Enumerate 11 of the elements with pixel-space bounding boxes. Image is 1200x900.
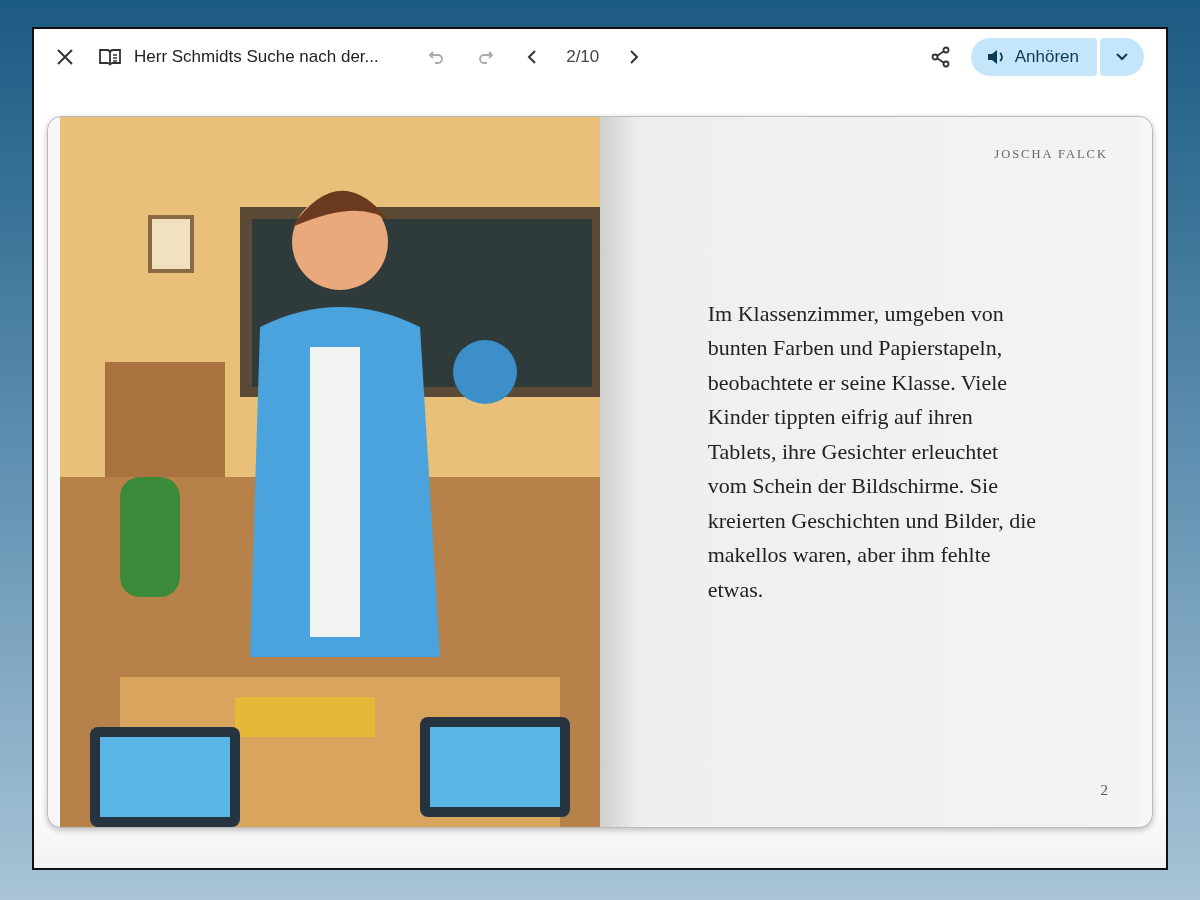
author-name: JOSCHA FALCK — [994, 147, 1108, 162]
listen-button[interactable]: Anhören — [970, 38, 1097, 76]
book-title: Herr Schmidts Suche nach der... — [134, 47, 379, 67]
speaker-icon — [986, 49, 1005, 65]
page-indicator: 2/10 — [565, 47, 601, 67]
share-icon[interactable] — [930, 46, 951, 68]
close-icon[interactable] — [56, 48, 74, 66]
page-number: 2 — [1100, 782, 1108, 799]
chevron-down-icon — [1116, 53, 1128, 61]
story-paragraph: Im Klassenzimmer, umgeben von bunten Farben und Papierstapeln, beobachtete er seine Klasse. Viele Kinder tippten eifrig auf ihren Tablets, ihre Gesichter erleuchtet vom Schein der Bildschirme. Sie kreierten Geschichten und Bilder, die makellos waren, aber ihm fehlte etwas. — [707, 299, 1038, 604]
book-icon — [98, 47, 122, 67]
